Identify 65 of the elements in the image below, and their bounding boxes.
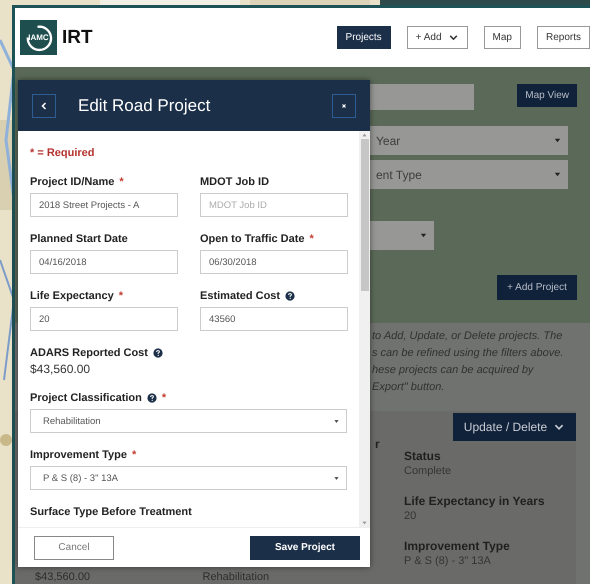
app-name: IRT <box>62 26 93 48</box>
input-field[interactable]: 2018 Street Projects - A <box>30 193 178 217</box>
dropdown-arrow-icon <box>419 231 428 240</box>
map-view-button[interactable]: Map View <box>517 84 577 107</box>
help-icon <box>146 393 157 403</box>
dropdown-arrow-icon <box>333 474 340 482</box>
detail-value: $43,560.00 <box>35 571 92 583</box>
logo-text: IAMC <box>28 33 49 42</box>
help-icon <box>285 291 296 301</box>
scroll-up-icon <box>361 131 368 139</box>
required-mark: * <box>118 290 124 302</box>
input-field[interactable]: 43560 <box>200 307 348 331</box>
required-mark: * <box>162 392 166 404</box>
cancel-button[interactable]: Cancel <box>34 536 114 560</box>
input-field[interactable]: 06/30/2018 <box>200 250 348 274</box>
dropdown-arrow-icon <box>333 418 340 424</box>
dialog-title: Edit Road Project <box>78 96 210 116</box>
field-label: Surface Type Before Treatment <box>30 506 192 518</box>
field-label: Project ID/Name <box>30 176 114 188</box>
add-project-button[interactable]: + Add Project <box>497 275 577 300</box>
required-note: * = Required <box>30 147 96 159</box>
detail-label: r <box>374 437 381 453</box>
detail-label: Status <box>404 449 442 464</box>
detail-value: P & S (8) - 3" 13A <box>404 554 492 569</box>
help-icon <box>152 348 163 358</box>
field-label: Open to Traffic Date <box>200 233 305 245</box>
back-button[interactable] <box>32 94 56 118</box>
cost-value: $43,560.00 <box>30 362 92 376</box>
select-field[interactable]: Rehabilitation <box>30 409 347 433</box>
nav-button[interactable]: + Add <box>406 26 468 49</box>
detail-label: Life Expectancy in Years <box>404 494 545 509</box>
field-label: Project Classification <box>30 392 142 404</box>
save-project-button[interactable]: Save Project <box>250 536 360 560</box>
select-field[interactable]: P & S (8) - 3" 13A <box>30 466 347 490</box>
input-field[interactable]: 04/16/2018 <box>30 250 178 274</box>
detail-value: 20 <box>404 509 418 524</box>
dropdown-arrow-icon <box>553 136 562 145</box>
detail-value: Rehabilitation <box>202 571 270 583</box>
field-label: MDOT Job ID <box>200 176 270 188</box>
field-label: ADARS Reported Cost <box>30 347 148 359</box>
input-field[interactable]: MDOT Job ID <box>200 193 348 217</box>
field-label: Improvement Type <box>30 449 127 461</box>
close-button[interactable] <box>332 94 356 118</box>
info-text: to Add, Update, or Delete projects. The <box>372 329 564 344</box>
field-label: Planned Start Date <box>30 233 128 245</box>
info-text: hese projects can be acquired by <box>372 363 535 378</box>
scrollbar[interactable] <box>359 131 370 527</box>
detail-label: Improvement Type <box>404 539 511 554</box>
nav-button[interactable]: Projects <box>336 26 391 49</box>
info-text: s can be refined using the filters above. <box>372 346 564 361</box>
field-label: Estimated Cost <box>200 290 280 302</box>
info-text: Export" button. <box>372 380 446 395</box>
scrollbar-thumb[interactable] <box>360 139 368 291</box>
dropdown-arrow-icon <box>553 170 562 179</box>
scroll-down-icon <box>361 519 368 527</box>
detail-value: Complete <box>404 464 452 479</box>
chevron-left-icon <box>39 100 49 110</box>
required-mark: * <box>310 233 314 245</box>
nav-button[interactable]: Map <box>484 26 521 49</box>
required-mark: * <box>132 449 136 461</box>
required-mark: * <box>119 176 124 188</box>
update-delete-button[interactable]: Update / Delete <box>453 413 576 441</box>
input-field[interactable]: 20 <box>30 307 178 331</box>
nav-button[interactable]: Reports <box>536 26 590 49</box>
field-label: Life Expectancy <box>30 290 114 302</box>
